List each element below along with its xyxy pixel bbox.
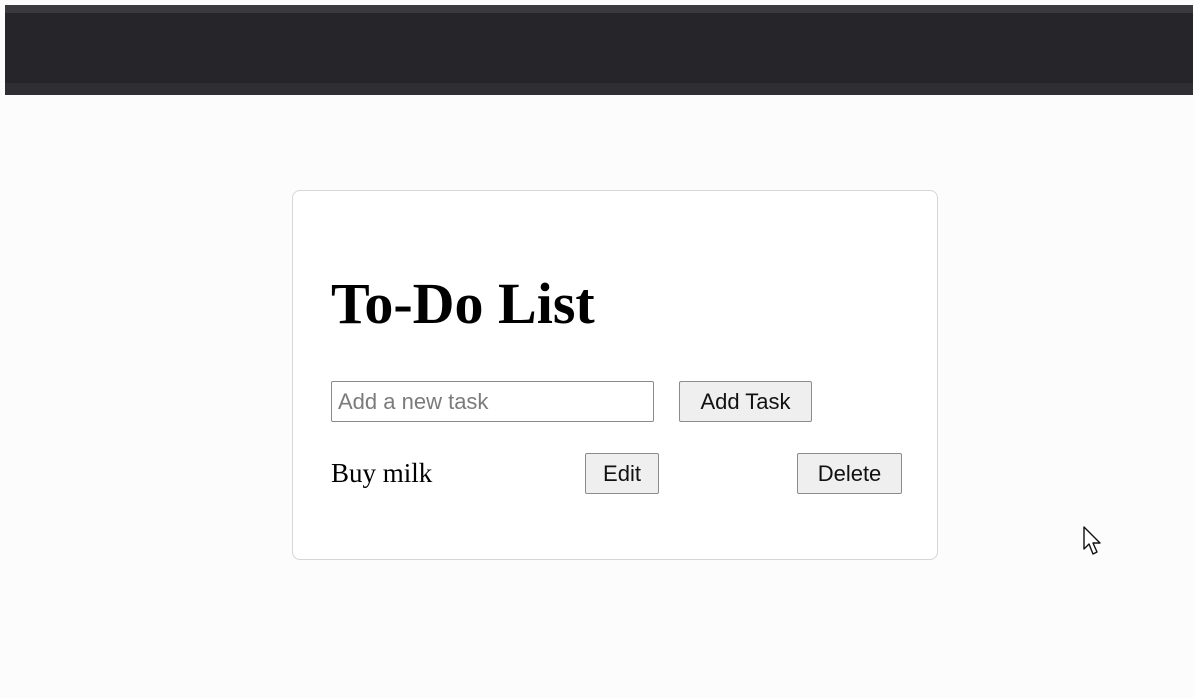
new-task-input[interactable]	[331, 381, 654, 422]
browser-top-bar	[5, 5, 1193, 95]
edit-task-button[interactable]: Edit	[585, 453, 659, 494]
delete-task-button[interactable]: Delete	[797, 453, 902, 494]
page-title: To-Do List	[331, 271, 595, 336]
todo-card: To-Do List Add Task Buy milk Edit Delete	[292, 190, 938, 560]
task-text: Buy milk	[331, 458, 433, 488]
add-task-button[interactable]: Add Task	[679, 381, 812, 422]
task-list-item: Buy milk Edit Delete	[331, 453, 903, 494]
mouse-pointer-icon	[1083, 526, 1101, 555]
